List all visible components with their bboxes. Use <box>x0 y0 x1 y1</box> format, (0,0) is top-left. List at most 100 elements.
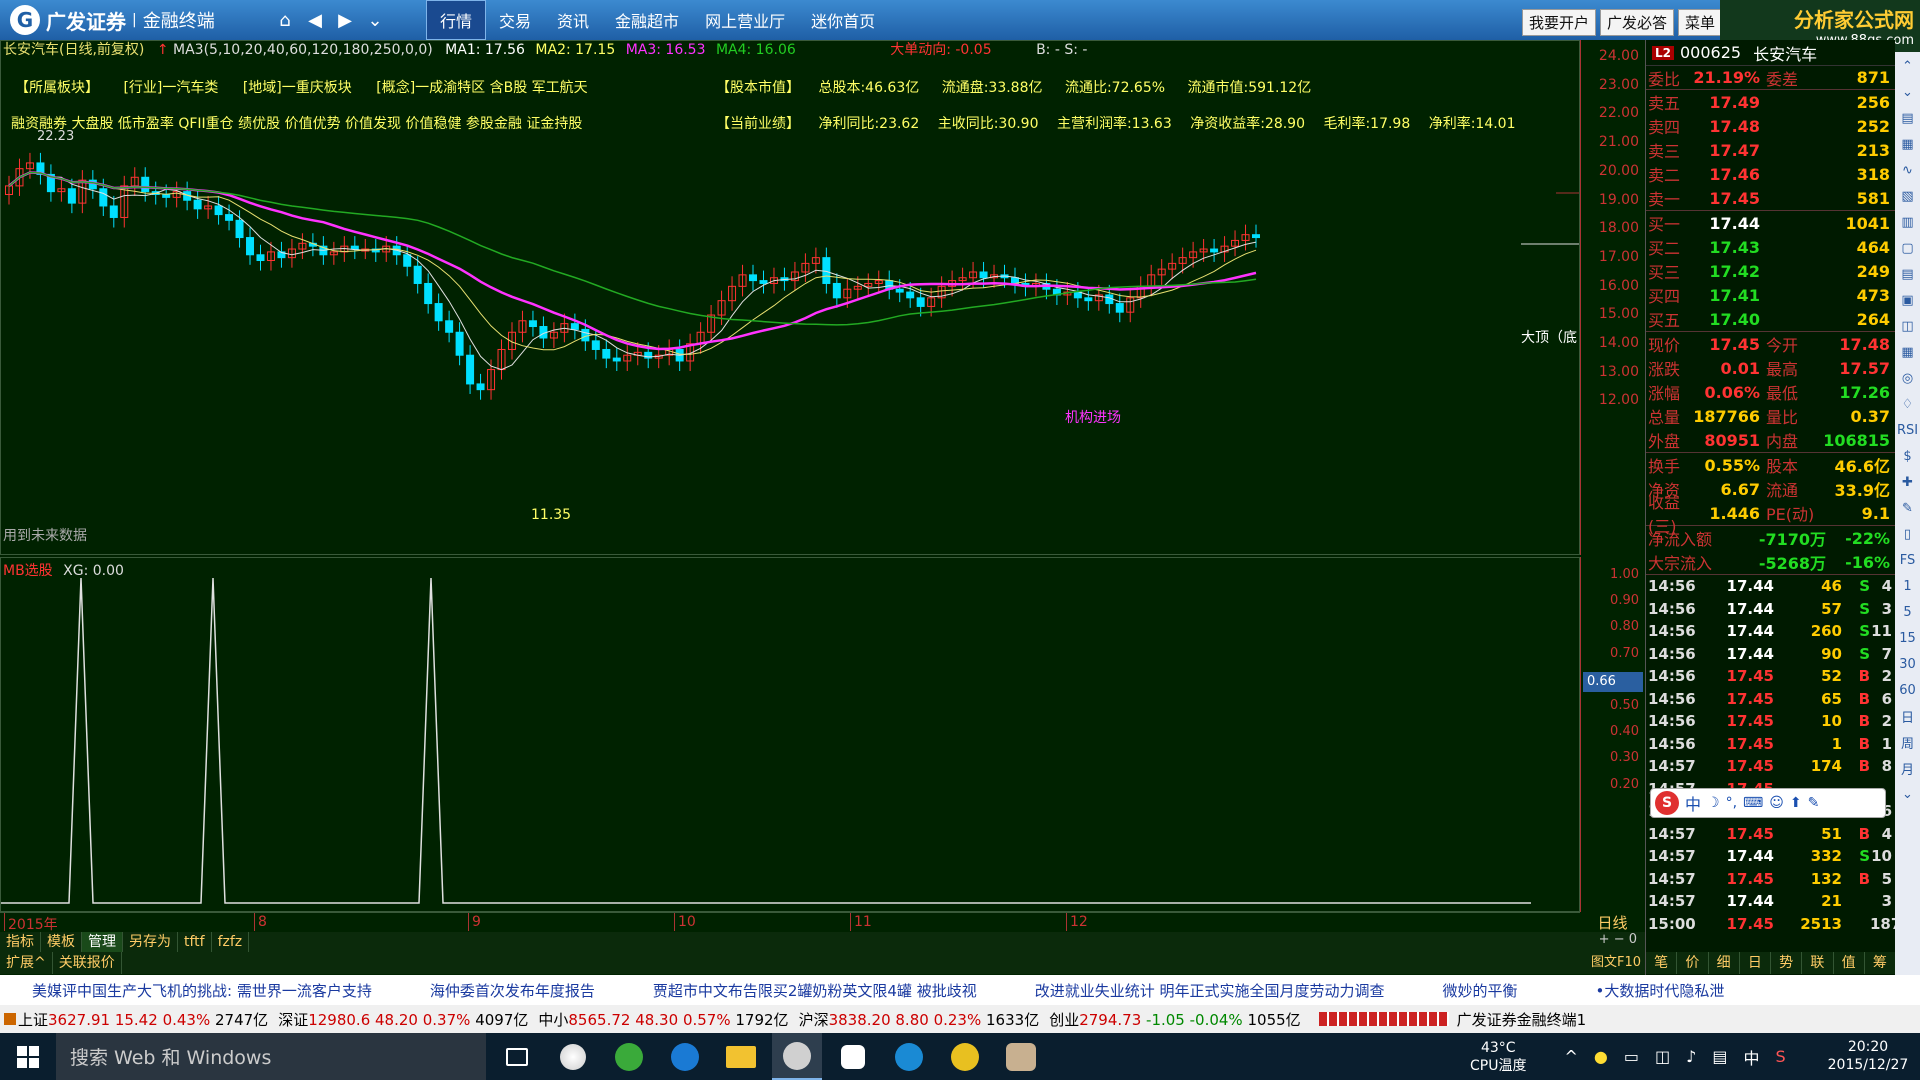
menu-item[interactable]: 网上营业厅 <box>692 0 798 40</box>
tray-notification-icon[interactable]: ▤ <box>1712 1047 1727 1066</box>
side-tool-icon[interactable]: ▦ <box>1897 340 1919 364</box>
browser-360-icon[interactable] <box>604 1033 654 1080</box>
taskbar-clock[interactable]: 20:20 2015/12/27 <box>1820 1038 1916 1074</box>
side-tool-icon[interactable]: ▦ <box>1897 132 1919 156</box>
top-right-button[interactable]: 我要开户 <box>1522 9 1597 36</box>
tray-sogou-icon[interactable]: S <box>1775 1047 1785 1066</box>
tray-network-icon[interactable]: ◫ <box>1655 1047 1670 1066</box>
side-tool-icon[interactable]: 周 <box>1897 730 1919 754</box>
expand-down-icon[interactable]: ⌄ <box>360 6 390 34</box>
panel-tab[interactable]: 筹 <box>1865 952 1896 974</box>
side-tool-icon[interactable]: 5 <box>1897 600 1919 624</box>
indicator-tab[interactable]: 指标 <box>0 932 41 952</box>
news-headline[interactable]: •大数据时代隐私泄 <box>1596 980 1725 1001</box>
extension-tab[interactable]: 扩展^ <box>0 952 53 974</box>
side-tool-icon[interactable]: ◎ <box>1897 366 1919 390</box>
side-tool-icon[interactable]: ▢ <box>1897 236 1919 260</box>
side-tool-icon[interactable]: ▥ <box>1897 210 1919 234</box>
side-tool-icon[interactable]: ▧ <box>1897 184 1919 208</box>
app-icon-3[interactable] <box>996 1033 1046 1080</box>
side-tool-icon[interactable]: ◫ <box>1897 314 1919 338</box>
kugou-icon[interactable] <box>884 1033 934 1080</box>
tray-volume-icon[interactable]: ♪ <box>1686 1047 1696 1066</box>
menu-item[interactable]: 资讯 <box>544 0 602 40</box>
side-tool-icon[interactable]: $ <box>1897 444 1919 468</box>
kline-chart[interactable]: 长安汽车(日线,前复权) ↑ MA3(5,10,20,40,60,120,180… <box>0 40 1580 555</box>
index-zx[interactable]: 中小8565.72 48.30 0.57% 1792亿 <box>538 1009 788 1030</box>
taskbar-search[interactable]: 搜索 Web 和 Windows <box>56 1033 486 1080</box>
tick-list[interactable]: 14:56 17.44 46 S 4 14:56 17.44 57 S 3 14:56 17.44 26… <box>1646 574 1901 935</box>
side-tool-icon[interactable]: ⌄ <box>1897 80 1919 104</box>
news-headline[interactable]: 贾超市中文布告限买2罐奶粉英文限4罐 被批歧视 <box>653 980 977 1001</box>
gf-terminal-icon[interactable] <box>772 1033 822 1080</box>
top-right-button[interactable]: 广发必答 <box>1600 9 1675 36</box>
upload-icon[interactable]: ⬆ <box>1790 795 1802 811</box>
punct-icon[interactable]: °, <box>1726 795 1737 811</box>
wrench-icon[interactable]: ✎ <box>1808 795 1820 811</box>
menu-item[interactable]: 金融超市 <box>602 0 692 40</box>
period-selector[interactable]: 日线 <box>1580 912 1645 932</box>
app-icon-2[interactable] <box>940 1033 990 1080</box>
tray-battery-icon[interactable]: ▭ <box>1624 1047 1639 1066</box>
menu-item[interactable]: 行情 <box>426 0 487 40</box>
indicator-tab[interactable]: fzfz <box>212 932 250 952</box>
news-headline[interactable]: 海仲委首次发布年度报告 <box>430 980 595 1001</box>
side-tool-icon[interactable]: ⌄ <box>1897 782 1919 806</box>
side-tool-icon[interactable]: 月 <box>1897 756 1919 780</box>
indicator-tab[interactable]: tftf <box>178 932 212 952</box>
side-tool-icon[interactable]: ⌃ <box>1897 54 1919 78</box>
side-tool-icon[interactable]: ✚ <box>1897 470 1919 494</box>
panel-tab[interactable]: 价 <box>1677 952 1709 974</box>
indicator-tab[interactable]: 模板 <box>41 932 82 952</box>
index-hs[interactable]: 沪深3838.20 8.80 0.23% 1633亿 <box>799 1009 1040 1030</box>
side-tool-icon[interactable]: 60 <box>1897 678 1919 702</box>
side-tool-icon[interactable]: ▤ <box>1897 262 1919 286</box>
zoom-controls[interactable]: + − 0 <box>1599 932 1637 947</box>
home-icon[interactable]: ⌂ <box>270 6 300 34</box>
file-explorer-icon[interactable] <box>716 1033 766 1080</box>
news-headline[interactable]: 微妙的平衡 <box>1442 980 1517 1001</box>
side-tool-icon[interactable]: ♢ <box>1897 392 1919 416</box>
panel-tab[interactable]: 笔 <box>1646 952 1678 974</box>
side-tool-icon[interactable]: ▯ <box>1897 522 1919 546</box>
index-cy[interactable]: 创业2794.73 -1.05 -0.04% 1055亿 <box>1049 1009 1300 1030</box>
windows-start-button[interactable] <box>0 1033 56 1080</box>
cpu-temp[interactable]: 43°C CPU温度 <box>1470 1039 1526 1075</box>
moon-icon[interactable]: ☽ <box>1707 795 1720 811</box>
extension-tab[interactable]: 关联报价 <box>53 952 122 974</box>
menu-item[interactable]: 交易 <box>486 0 544 40</box>
news-headline[interactable]: 改进就业失业统计 明年正式实施全国月度劳动力调查 <box>1035 980 1385 1001</box>
news-headline[interactable]: 美媒评中国生产大飞机的挑战: 需世界一流客户支持 <box>32 980 372 1001</box>
app-icon-1[interactable] <box>548 1033 598 1080</box>
side-tool-icon[interactable]: 30 <box>1897 652 1919 676</box>
ime-toolbar[interactable]: S 中 ☽ °, ⌨ ☺ ⬆ ✎ <box>1650 788 1886 818</box>
side-tool-icon[interactable]: 1 <box>1897 574 1919 598</box>
side-tool-icon[interactable]: ▤ <box>1897 106 1919 130</box>
indicator-tab[interactable]: 管理 <box>82 932 123 952</box>
indicator-tab[interactable]: 另存为 <box>123 932 178 952</box>
tray-app-icon[interactable]: ● <box>1594 1047 1608 1066</box>
side-tool-icon[interactable]: RSI <box>1897 418 1919 442</box>
side-tool-icon[interactable]: 日 <box>1897 704 1919 728</box>
indicator-panel[interactable]: MB选股 XG: 0.00 <box>0 557 1580 912</box>
edge-icon[interactable] <box>660 1033 710 1080</box>
tray-expand-icon[interactable]: ^ <box>1564 1047 1577 1066</box>
index-sz[interactable]: 深证12980.6 48.20 0.37% 4097亿 <box>278 1009 528 1030</box>
back-icon[interactable]: ◀ <box>300 6 330 34</box>
task-view-icon[interactable] <box>492 1033 542 1080</box>
side-tool-icon[interactable]: ✎ <box>1897 496 1919 520</box>
panel-tab[interactable]: 细 <box>1709 952 1740 974</box>
forward-icon[interactable]: ▶ <box>330 6 360 34</box>
side-tool-icon[interactable]: 15 <box>1897 626 1919 650</box>
side-tool-icon[interactable]: ▣ <box>1897 288 1919 312</box>
panel-tab[interactable]: 日 <box>1740 952 1771 974</box>
top-right-button[interactable]: 菜单 <box>1678 9 1723 36</box>
store-icon[interactable] <box>828 1033 878 1080</box>
keyboard-icon[interactable]: ⌨ <box>1743 795 1763 811</box>
side-tool-icon[interactable]: ∿ <box>1897 158 1919 182</box>
panel-tab[interactable]: 值 <box>1834 952 1865 974</box>
user-icon[interactable]: ☺ <box>1769 795 1784 811</box>
f10-button[interactable]: 图文F10 <box>1591 952 1641 974</box>
index-sh[interactable]: 上证3627.91 15.42 0.43% 2747亿 <box>18 1009 268 1030</box>
menu-item[interactable]: 迷你首页 <box>798 0 888 40</box>
